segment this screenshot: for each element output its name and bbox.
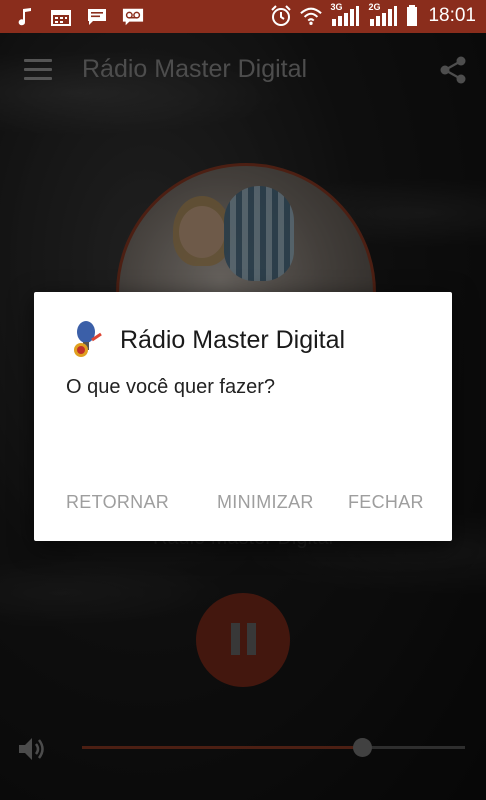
exit-dialog: Rádio Master Digital O que você quer faz… bbox=[34, 292, 452, 541]
network-type-label: 3G bbox=[330, 2, 343, 12]
voicemail-icon bbox=[122, 6, 144, 28]
battery-icon bbox=[406, 5, 418, 27]
dialog-title: Rádio Master Digital bbox=[120, 326, 346, 354]
status-bar: 3G 2G 18:01 bbox=[0, 0, 486, 33]
dialog-message: O que você quer fazer? bbox=[66, 376, 276, 398]
network-type-label-2: 2G bbox=[368, 2, 381, 12]
calendar-icon bbox=[50, 6, 72, 28]
alarm-icon bbox=[270, 5, 292, 27]
signal-icon-2: 2G bbox=[368, 2, 398, 27]
close-button[interactable]: FECHAR bbox=[348, 492, 424, 513]
chat-icon bbox=[86, 6, 108, 28]
music-note-icon bbox=[14, 6, 36, 28]
clock: 18:01 bbox=[428, 5, 476, 26]
app-logo-icon bbox=[68, 320, 104, 360]
return-button[interactable]: RETORNAR bbox=[66, 492, 169, 513]
signal-icon: 3G bbox=[330, 2, 360, 27]
minimize-button[interactable]: MINIMIZAR bbox=[217, 492, 314, 513]
wifi-icon bbox=[300, 5, 323, 27]
